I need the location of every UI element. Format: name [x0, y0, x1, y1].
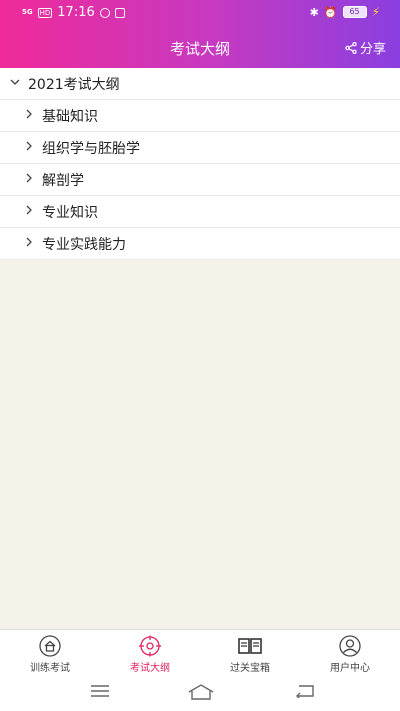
book-icon [238, 638, 262, 654]
chevron-right-icon [24, 141, 38, 154]
share-label: 分享 [359, 42, 386, 57]
signal-indicator: 5G [22, 8, 33, 16]
tree-root-label: 2021考试大纲 [28, 76, 120, 93]
status-right: ✱ ⏰ 65 ⚡ [310, 5, 380, 19]
bluetooth-icon: ✱ [309, 5, 319, 19]
home-button-icon[interactable] [187, 684, 215, 700]
target-icon [139, 635, 161, 657]
tree-item-professional-practice[interactable]: 专业实践能力 [0, 228, 400, 260]
status-time: 17:16 [57, 5, 95, 20]
title-bar: 考试大纲 分享 [0, 30, 400, 64]
compass-icon [99, 7, 110, 18]
tree-root-item[interactable]: 2021考试大纲 [0, 68, 400, 100]
chevron-right-icon [24, 173, 38, 186]
nav-item-training-exam[interactable]: 训练考试 [0, 630, 100, 674]
bottom-nav: 训练考试 考试大纲 过关宝箱 用户中心 [0, 629, 400, 674]
nav-item-pass-treasure[interactable]: 过关宝箱 [200, 630, 300, 674]
alarm-icon: ⏰ [323, 5, 338, 19]
tree-item-basic-knowledge[interactable]: 基础知识 [0, 100, 400, 132]
menu-icon[interactable] [90, 684, 110, 698]
system-nav-bar [0, 674, 400, 711]
tree-item-label: 基础知识 [42, 108, 98, 125]
nav-label: 训练考试 [30, 663, 70, 674]
status-left: 5G HD 17:16 [22, 5, 125, 20]
tree-item-label: 专业实践能力 [42, 236, 126, 253]
battery-icon: 65 [342, 6, 367, 18]
tree-item-label: 专业知识 [42, 204, 98, 221]
hd-indicator: HD [37, 7, 53, 18]
app-notification-icon [114, 7, 125, 18]
app-header: 5G HD 17:16 ✱ ⏰ 65 ⚡ 考试大纲 分享 [0, 0, 400, 68]
status-bar: 5G HD 17:16 ✱ ⏰ 65 ⚡ [0, 0, 400, 26]
nav-item-user-center[interactable]: 用户中心 [300, 630, 400, 674]
nav-label: 用户中心 [330, 663, 370, 674]
nav-label: 过关宝箱 [230, 663, 270, 674]
user-icon [339, 635, 361, 657]
tree-item-histology[interactable]: 组织学与胚胎学 [0, 132, 400, 164]
nav-label: 考试大纲 [130, 663, 170, 674]
back-icon[interactable] [295, 684, 315, 698]
chevron-right-icon [24, 205, 38, 218]
share-icon [345, 41, 357, 54]
home-icon [39, 635, 61, 657]
tree-item-label: 解剖学 [42, 172, 84, 189]
syllabus-tree: 2021考试大纲 基础知识 组织学与胚胎学 解剖学 专业知识 专业实践能力 [0, 68, 400, 260]
chevron-right-icon [24, 237, 38, 250]
charging-icon: ⚡ [371, 5, 380, 19]
share-button[interactable]: 分享 [345, 38, 386, 57]
chevron-right-icon [24, 109, 38, 122]
chevron-down-icon [10, 77, 24, 90]
nav-item-exam-syllabus[interactable]: 考试大纲 [100, 630, 200, 674]
tree-item-label: 组织学与胚胎学 [42, 140, 140, 157]
tree-item-anatomy[interactable]: 解剖学 [0, 164, 400, 196]
tree-item-professional-knowledge[interactable]: 专业知识 [0, 196, 400, 228]
page-title: 考试大纲 [169, 40, 230, 58]
